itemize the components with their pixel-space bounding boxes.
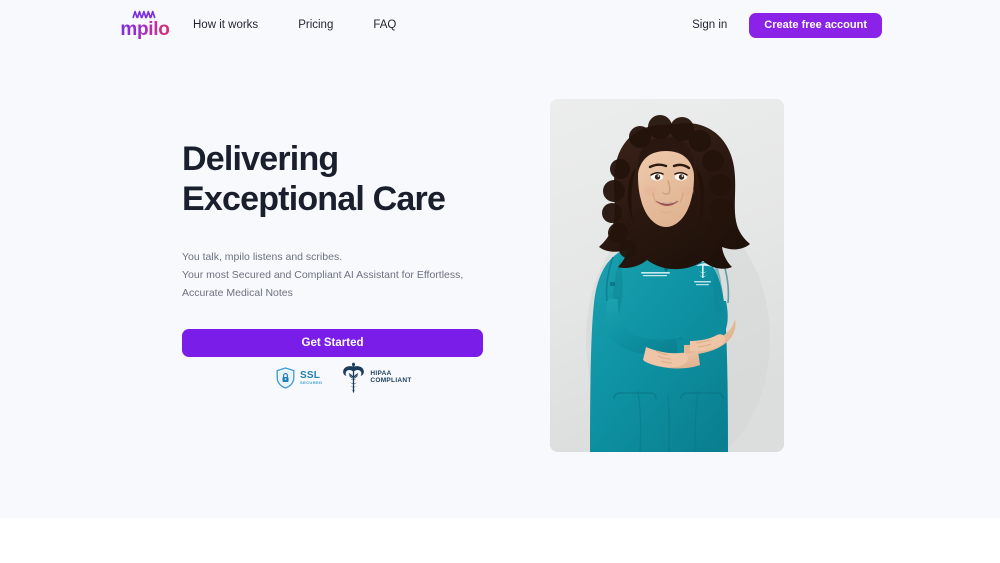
create-free-account-button[interactable]: Create free account — [749, 12, 882, 38]
nav-item-pricing[interactable]: Pricing — [298, 19, 333, 31]
ssl-shield-lock-icon — [276, 367, 295, 389]
page-title: Delivering Exceptional Care — [182, 140, 446, 218]
caduceus-icon — [343, 362, 365, 393]
get-started-button[interactable]: Get Started — [182, 328, 483, 357]
hero-image — [550, 99, 784, 452]
nav-item-how-it-works[interactable]: How it works — [193, 19, 258, 31]
hipaa-badge-text: HIPAA COMPLIANT — [370, 370, 412, 385]
logo-wordmark: mpilo — [120, 18, 170, 40]
hipaa-compliant-badge: HIPAA COMPLIANT — [342, 361, 411, 395]
hero-copy: Delivering Exceptional Care You talk, mp… — [182, 140, 512, 357]
hero-subtitle: You talk, mpilo listens and scribes. You… — [182, 250, 464, 300]
nav-links: How it works Pricing FAQ — [193, 0, 396, 50]
ssl-badge-subtitle: SECURED — [300, 380, 323, 386]
trust-badges: SSL SECURED HIPAA COMPLIANT — [276, 361, 412, 395]
next-section-top — [0, 518, 1000, 563]
landing-page: mpilo How it works Pricing FAQ Sign in C… — [0, 0, 1000, 563]
sign-in-link[interactable]: Sign in — [692, 19, 727, 31]
hipaa-badge-subtitle: COMPLIANT — [370, 377, 412, 384]
top-navbar: mpilo How it works Pricing FAQ Sign in C… — [0, 0, 1000, 50]
ssl-badge-text: SSL SECURED — [300, 370, 323, 386]
logo-zigzag-icon — [132, 10, 156, 18]
nav-actions: Sign in Create free account — [692, 0, 882, 50]
ssl-secured-badge: SSL SECURED — [276, 367, 322, 389]
logo[interactable]: mpilo — [114, 7, 176, 41]
nav-item-faq[interactable]: FAQ — [373, 19, 396, 31]
clinician-portrait-illustration — [550, 99, 784, 452]
